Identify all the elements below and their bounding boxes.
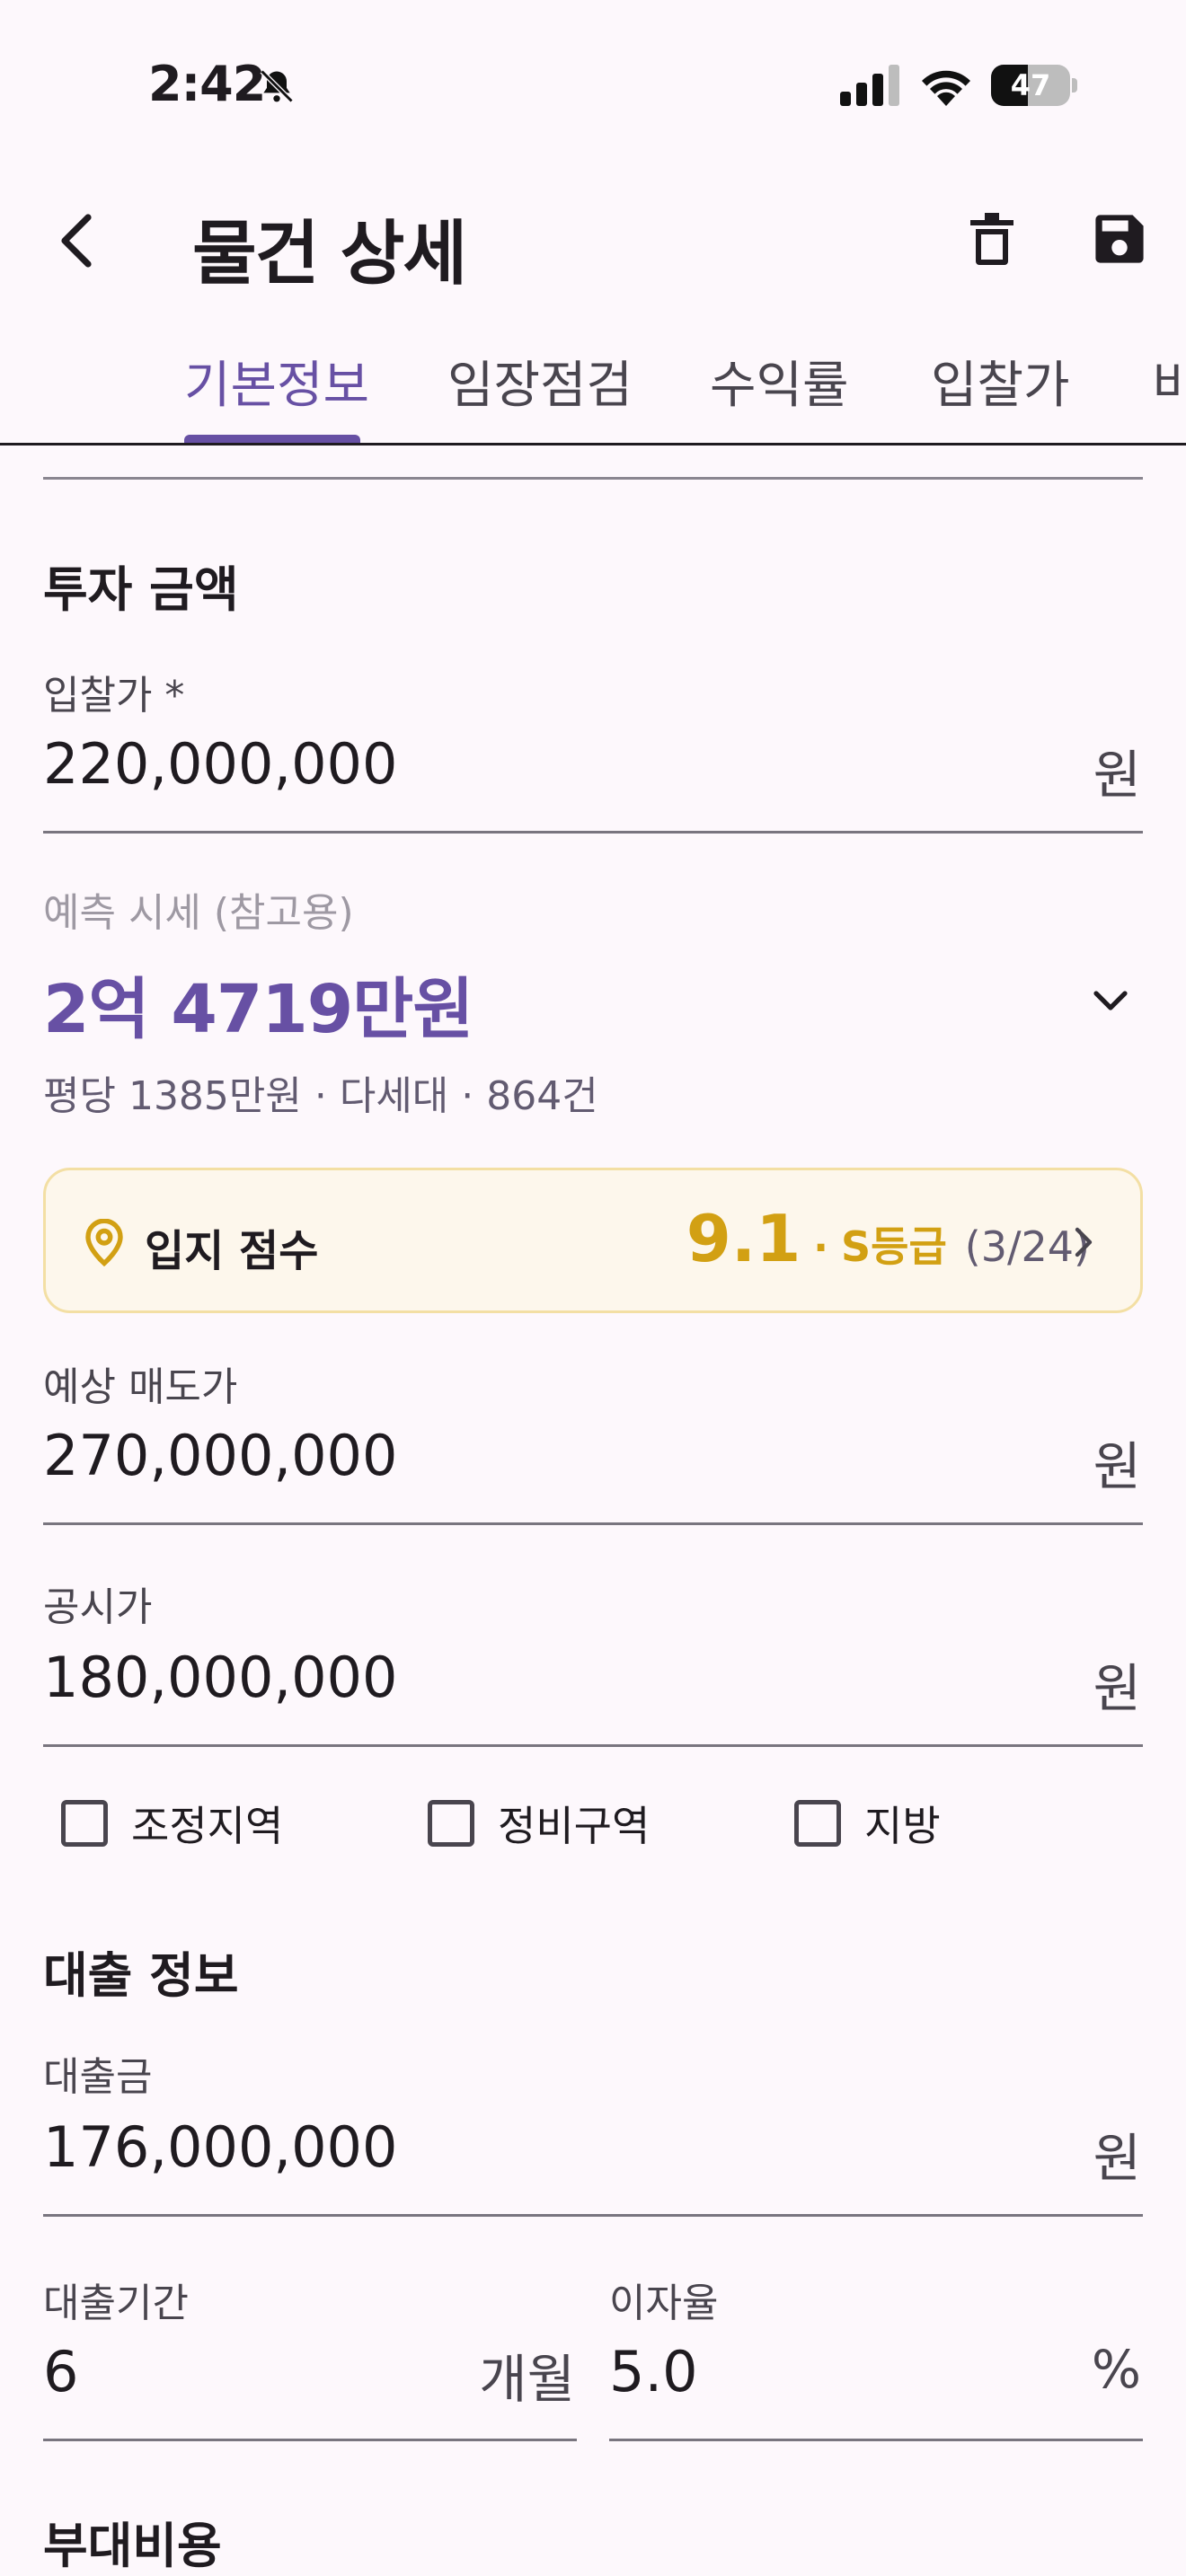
loan-period-label: 대출기간	[43, 2280, 189, 2326]
interest-rate-field[interactable]: 이자율 5.0 %	[609, 2263, 1143, 2441]
forecast-label: 예측 시세 (참고용)	[43, 890, 354, 936]
bid-price-value[interactable]: 220,000,000	[43, 731, 397, 797]
tab-more[interactable]: 비	[1152, 345, 1186, 443]
checkbox-provincial[interactable]: 지방	[794, 1795, 941, 1852]
location-score-label: 입지 점수	[145, 1226, 319, 1276]
delete-button[interactable]	[956, 203, 1028, 275]
location-score-separator: ·	[813, 1225, 829, 1271]
bid-price-unit: 원	[1093, 745, 1141, 806]
official-price-label: 공시가	[43, 1584, 153, 1630]
screen: 2:42 47 물건 상세 기본정보 임장점검 수익률 입찰가 투자 금액 입찰…	[0, 0, 1186, 2576]
battery-indicator: 47	[991, 65, 1077, 106]
location-score-value: 9.1	[686, 1201, 801, 1276]
chevron-right-icon	[1075, 1227, 1093, 1257]
section-title-extra-costs: 부대비용	[43, 2518, 222, 2574]
save-button[interactable]	[1084, 203, 1155, 275]
tab-site-inspection[interactable]: 임장점검	[447, 345, 633, 443]
loan-period-value[interactable]: 6	[43, 2339, 78, 2404]
battery-percent: 47	[1010, 68, 1051, 102]
checkbox-redevelopment-zone[interactable]: 정비구역	[428, 1795, 650, 1852]
interest-rate-label: 이자율	[609, 2280, 719, 2326]
floppy-disk-icon	[1095, 215, 1144, 263]
wifi-icon	[922, 70, 970, 106]
section-title-investment: 투자 금액	[43, 561, 239, 618]
location-grade: S등급	[841, 1222, 947, 1271]
loan-period-unit: 개월	[479, 2349, 575, 2410]
loan-period-field[interactable]: 대출기간 6 개월	[43, 2263, 577, 2441]
expected-sale-value[interactable]: 270,000,000	[43, 1423, 397, 1488]
checkbox-label-adjustment-zone: 조정지역	[131, 1802, 284, 1850]
location-score-card[interactable]: 입지 점수 9.1 · S등급 (3/24)	[43, 1168, 1143, 1313]
chevron-left-icon	[61, 214, 92, 268]
tab-bid-price[interactable]: 입찰가	[931, 345, 1070, 443]
bid-price-field[interactable]: 입찰가 * 220,000,000 원	[43, 656, 1143, 834]
page-title: 물건 상세	[192, 214, 467, 295]
section-title-loan: 대출 정보	[43, 1947, 239, 2004]
divider	[43, 477, 1143, 480]
checkbox-box[interactable]	[794, 1800, 841, 1847]
location-pin-icon	[85, 1219, 123, 1267]
checkbox-box[interactable]	[428, 1800, 474, 1847]
forecast-detail: 평당 1385만원 · 다세대 · 864건	[43, 1073, 598, 1119]
loan-amount-unit: 원	[1093, 2128, 1141, 2189]
location-score-summary: 9.1 · S등급 (3/24)	[686, 1201, 1090, 1276]
trash-icon	[970, 213, 1013, 265]
tab-bar: 기본정보 임장점검 수익률 입찰가 비	[0, 323, 1186, 446]
loan-amount-value[interactable]: 176,000,000	[43, 2114, 397, 2180]
official-price-value[interactable]: 180,000,000	[43, 1645, 397, 1710]
chevron-down-icon	[1093, 991, 1128, 1010]
checkbox-label-redevelopment-zone: 정비구역	[498, 1802, 651, 1850]
status-time: 2:42	[148, 56, 266, 112]
official-price-unit: 원	[1093, 1658, 1141, 1719]
official-price-field[interactable]: 공시가 180,000,000 원	[43, 1567, 1143, 1747]
checkbox-adjustment-zone[interactable]: 조정지역	[61, 1795, 283, 1852]
forecast-expand-button[interactable]	[1084, 975, 1137, 1028]
tab-yield[interactable]: 수익률	[710, 345, 849, 443]
checkbox-label-provincial: 지방	[864, 1802, 941, 1850]
back-button[interactable]	[40, 205, 111, 277]
expected-sale-label: 예상 매도가	[43, 1364, 238, 1410]
bell-slash-icon	[260, 69, 294, 103]
expected-sale-unit: 원	[1093, 1436, 1141, 1497]
checkbox-box[interactable]	[61, 1800, 108, 1847]
forecast-value: 2억 4719만원	[43, 971, 474, 1048]
interest-rate-unit: %	[1091, 2339, 1141, 2400]
status-bar: 2:42 47	[0, 0, 1186, 171]
active-tab-indicator	[184, 435, 360, 443]
interest-rate-value[interactable]: 5.0	[609, 2339, 698, 2404]
tab-basic-info[interactable]: 기본정보	[184, 345, 369, 443]
cellular-signal-icon	[840, 65, 899, 106]
loan-amount-field[interactable]: 대출금 176,000,000 원	[43, 2037, 1143, 2217]
region-checkboxes: 조정지역 정비구역 지방	[43, 1787, 1143, 1859]
bid-price-label: 입찰가 *	[43, 673, 185, 719]
expected-sale-field[interactable]: 예상 매도가 270,000,000 원	[43, 1347, 1143, 1525]
loan-amount-label: 대출금	[43, 2054, 153, 2100]
app-bar: 물건 상세	[0, 171, 1186, 314]
